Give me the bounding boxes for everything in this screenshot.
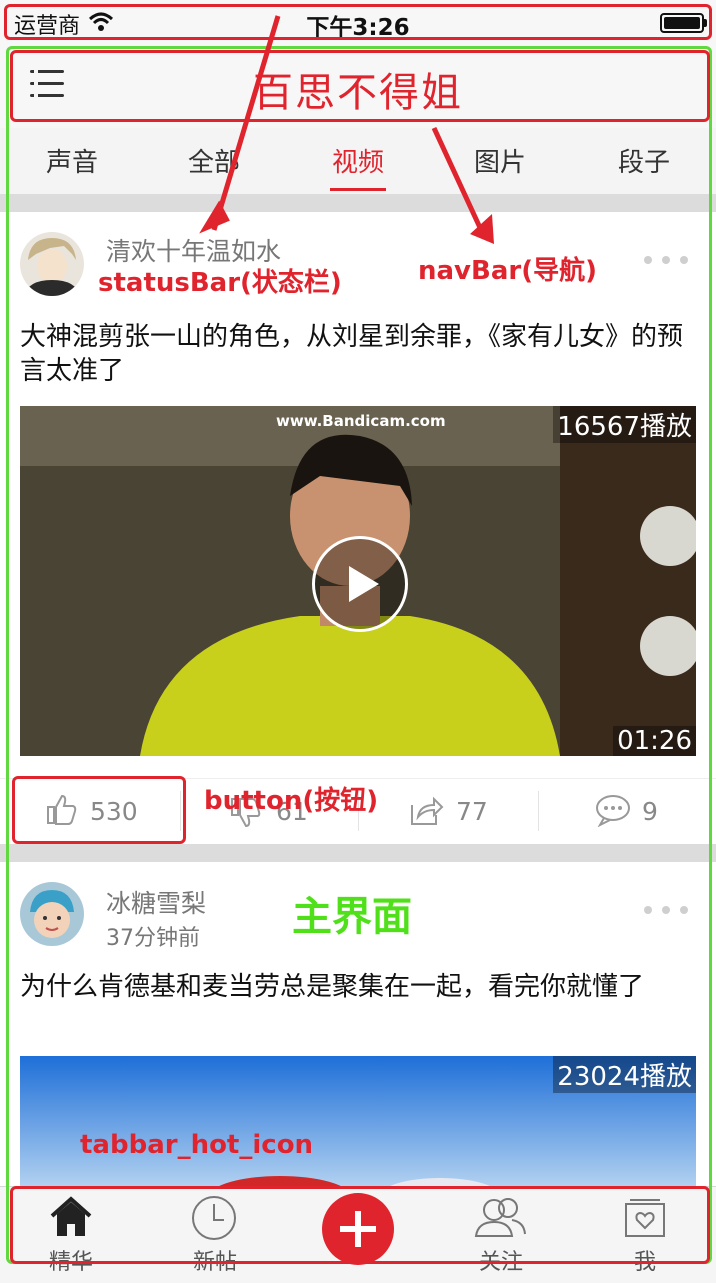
annotation-tabbar-icon: tabbar_hot_icon (80, 1130, 314, 1160)
annotation-arrows (199, 15, 494, 244)
annotation-main: 主界面 (292, 894, 412, 940)
annotation-status-bar: statusBar(状态栏) (98, 268, 342, 298)
annotation-nav-bar: navBar(导航) (418, 256, 597, 286)
annotation-button: button(按钮) (204, 786, 379, 816)
